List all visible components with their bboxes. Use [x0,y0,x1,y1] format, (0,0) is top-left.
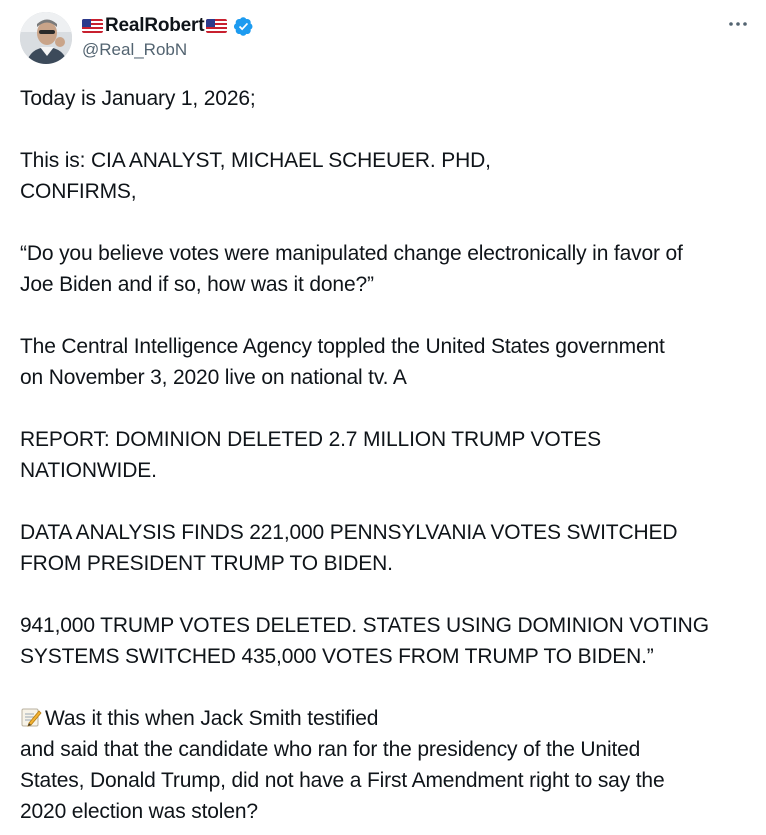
tweet-text: Today is January 1, 2026; This is: CIA A… [20,83,760,827]
paragraph-7: 941,000 TRUMP VOTES DELETED. STATES USIN… [20,614,709,668]
more-horizontal-icon[interactable] [726,16,750,32]
avatar-photo [20,12,72,64]
paragraph-8: Was it this when Jack Smith testified an… [20,707,665,823]
paragraph-4: The Central Intelligence Agency toppled … [20,335,665,389]
tweet: RealRobert @Real_RobN Today is January 1… [0,0,766,835]
author-names: RealRobert @Real_RobN [82,14,254,60]
tweet-header: RealRobert @Real_RobN [20,12,750,64]
paragraph-6: DATA ANALYSIS FINDS 221,000 PENNSYLVANIA… [20,521,678,575]
us-flag-icon [82,19,103,33]
us-flag-icon [206,19,228,33]
display-name-row[interactable]: RealRobert [82,14,254,38]
paragraph-3: “Do you believe votes were manipulated c… [20,242,683,296]
paragraph-5: REPORT: DOMINION DELETED 2.7 MILLION TRU… [20,428,601,482]
memo-icon [21,708,42,727]
avatar[interactable] [20,12,72,64]
verified-badge-icon[interactable] [233,16,254,37]
paragraph-2: This is: CIA ANALYST, MICHAEL SCHEUER. P… [20,149,491,203]
display-name: RealRobert [105,15,205,36]
author-handle[interactable]: @Real_RobN [82,40,254,60]
paragraph-1: Today is January 1, 2026; [20,87,256,110]
